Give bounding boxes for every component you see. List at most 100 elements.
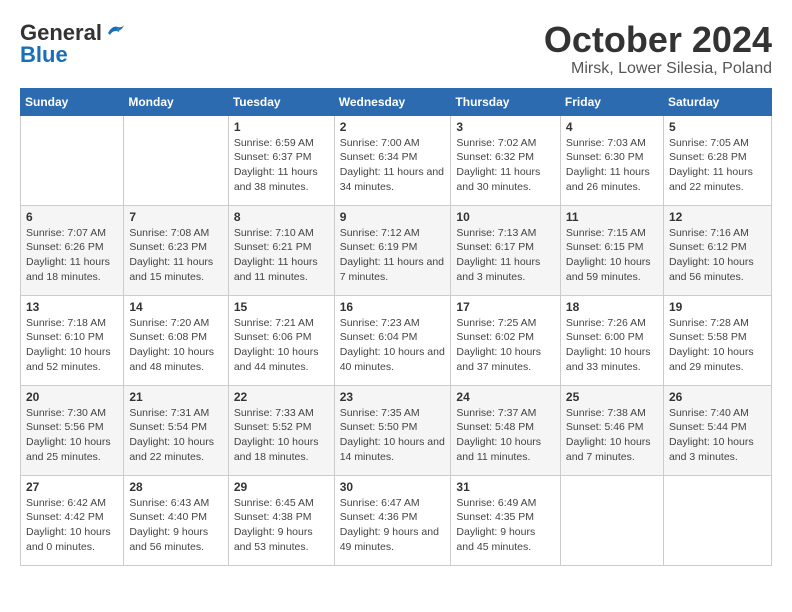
calendar-week-row: 1 Sunrise: 6:59 AMSunset: 6:37 PMDaylight…	[21, 115, 772, 205]
calendar-week-row: 27 Sunrise: 6:42 AMSunset: 4:42 PMDayligh…	[21, 475, 772, 565]
calendar-cell: 27 Sunrise: 6:42 AMSunset: 4:42 PMDayligh…	[21, 475, 124, 565]
day-info: Sunrise: 7:40 AMSunset: 5:44 PMDaylight:…	[669, 406, 766, 465]
day-number: 13	[26, 300, 118, 314]
day-info: Sunrise: 7:15 AMSunset: 6:15 PMDaylight:…	[566, 226, 658, 285]
calendar-cell: 6Sunrise: 7:07 AMSunset: 6:26 PMDaylight…	[21, 205, 124, 295]
weekday-header: Thursday	[451, 88, 561, 115]
calendar-cell: 18 Sunrise: 7:26 AMSunset: 6:00 PMDayligh…	[560, 295, 663, 385]
calendar-cell: 10 Sunrise: 7:13 AMSunset: 6:17 PMDayligh…	[451, 205, 561, 295]
day-info: Sunrise: 7:21 AMSunset: 6:06 PMDaylight:…	[234, 316, 329, 375]
calendar-cell: 26 Sunrise: 7:40 AMSunset: 5:44 PMDayligh…	[663, 385, 771, 475]
day-info: Sunrise: 7:20 AMSunset: 6:08 PMDaylight:…	[129, 316, 222, 375]
calendar-cell: 13 Sunrise: 7:18 AMSunset: 6:10 PMDayligh…	[21, 295, 124, 385]
calendar-cell: 21 Sunrise: 7:31 AMSunset: 5:54 PMDayligh…	[124, 385, 228, 475]
day-info: Sunrise: 6:45 AMSunset: 4:38 PMDaylight:…	[234, 496, 329, 555]
day-info: Sunrise: 7:37 AMSunset: 5:48 PMDaylight:…	[456, 406, 555, 465]
calendar-cell: 1 Sunrise: 6:59 AMSunset: 6:37 PMDaylight…	[228, 115, 334, 205]
day-number: 26	[669, 390, 766, 404]
calendar-cell: 2Sunrise: 7:00 AMSunset: 6:34 PMDaylight…	[334, 115, 451, 205]
day-number: 17	[456, 300, 555, 314]
calendar-cell: 3Sunrise: 7:02 AMSunset: 6:32 PMDaylight…	[451, 115, 561, 205]
day-number: 5	[669, 120, 766, 134]
day-info: Sunrise: 7:13 AMSunset: 6:17 PMDaylight:…	[456, 226, 555, 285]
weekday-header: Tuesday	[228, 88, 334, 115]
day-info: Sunrise: 6:47 AMSunset: 4:36 PMDaylight:…	[340, 496, 446, 555]
day-info: Sunrise: 7:16 AMSunset: 6:12 PMDaylight:…	[669, 226, 766, 285]
day-number: 10	[456, 210, 555, 224]
day-number: 4	[566, 120, 658, 134]
calendar-cell: 24 Sunrise: 7:37 AMSunset: 5:48 PMDayligh…	[451, 385, 561, 475]
day-number: 27	[26, 480, 118, 494]
day-number: 12	[669, 210, 766, 224]
day-info: Sunrise: 6:43 AMSunset: 4:40 PMDaylight:…	[129, 496, 222, 555]
day-number: 20	[26, 390, 118, 404]
calendar-cell: 15 Sunrise: 7:21 AMSunset: 6:06 PMDayligh…	[228, 295, 334, 385]
calendar-cell	[124, 115, 228, 205]
day-info: Sunrise: 7:28 AMSunset: 5:58 PMDaylight:…	[669, 316, 766, 375]
calendar-cell: 30 Sunrise: 6:47 AMSunset: 4:36 PMDayligh…	[334, 475, 451, 565]
calendar-cell: 8Sunrise: 7:10 AMSunset: 6:21 PMDaylight…	[228, 205, 334, 295]
weekday-header: Wednesday	[334, 88, 451, 115]
calendar-cell: 22 Sunrise: 7:33 AMSunset: 5:52 PMDayligh…	[228, 385, 334, 475]
day-info: Sunrise: 6:49 AMSunset: 4:35 PMDaylight:…	[456, 496, 555, 555]
calendar-cell: 20Sunrise: 7:30 AMSunset: 5:56 PMDayligh…	[21, 385, 124, 475]
day-number: 7	[129, 210, 222, 224]
day-info: Sunrise: 7:03 AMSunset: 6:30 PMDaylight:…	[566, 136, 658, 195]
day-info: Sunrise: 7:02 AMSunset: 6:32 PMDaylight:…	[456, 136, 555, 195]
location-subtitle: Mirsk, Lower Silesia, Poland	[544, 60, 772, 78]
calendar-cell: 16 Sunrise: 7:23 AMSunset: 6:04 PMDayligh…	[334, 295, 451, 385]
day-number: 14	[129, 300, 222, 314]
day-number: 1	[234, 120, 329, 134]
calendar-cell	[560, 475, 663, 565]
day-info: Sunrise: 7:08 AMSunset: 6:23 PMDaylight:…	[129, 226, 222, 285]
month-title: October 2024	[544, 20, 772, 60]
calendar-cell: 28 Sunrise: 6:43 AMSunset: 4:40 PMDayligh…	[124, 475, 228, 565]
day-number: 15	[234, 300, 329, 314]
calendar-cell: 12 Sunrise: 7:16 AMSunset: 6:12 PMDayligh…	[663, 205, 771, 295]
day-number: 19	[669, 300, 766, 314]
calendar-cell: 5 Sunrise: 7:05 AMSunset: 6:28 PMDaylight…	[663, 115, 771, 205]
day-info: Sunrise: 6:59 AMSunset: 6:37 PMDaylight:…	[234, 136, 329, 195]
day-info: Sunrise: 7:26 AMSunset: 6:00 PMDaylight:…	[566, 316, 658, 375]
calendar-cell: 17 Sunrise: 7:25 AMSunset: 6:02 PMDayligh…	[451, 295, 561, 385]
calendar-cell: 31Sunrise: 6:49 AMSunset: 4:35 PMDayligh…	[451, 475, 561, 565]
day-number: 25	[566, 390, 658, 404]
day-number: 30	[340, 480, 446, 494]
day-info: Sunrise: 7:31 AMSunset: 5:54 PMDaylight:…	[129, 406, 222, 465]
day-info: Sunrise: 7:33 AMSunset: 5:52 PMDaylight:…	[234, 406, 329, 465]
day-number: 24	[456, 390, 555, 404]
day-info: Sunrise: 7:05 AMSunset: 6:28 PMDaylight:…	[669, 136, 766, 195]
calendar-week-row: 20Sunrise: 7:30 AMSunset: 5:56 PMDayligh…	[21, 385, 772, 475]
day-info: Sunrise: 6:42 AMSunset: 4:42 PMDaylight:…	[26, 496, 118, 555]
day-number: 21	[129, 390, 222, 404]
weekday-header: Monday	[124, 88, 228, 115]
day-number: 11	[566, 210, 658, 224]
day-number: 18	[566, 300, 658, 314]
calendar-cell: 7 Sunrise: 7:08 AMSunset: 6:23 PMDaylight…	[124, 205, 228, 295]
day-info: Sunrise: 7:18 AMSunset: 6:10 PMDaylight:…	[26, 316, 118, 375]
day-number: 28	[129, 480, 222, 494]
day-info: Sunrise: 7:07 AMSunset: 6:26 PMDaylight:…	[26, 226, 118, 285]
calendar-week-row: 6Sunrise: 7:07 AMSunset: 6:26 PMDaylight…	[21, 205, 772, 295]
calendar-table: SundayMondayTuesdayWednesdayThursdayFrid…	[20, 88, 772, 566]
weekday-header: Sunday	[21, 88, 124, 115]
calendar-cell: 19 Sunrise: 7:28 AMSunset: 5:58 PMDayligh…	[663, 295, 771, 385]
day-info: Sunrise: 7:35 AMSunset: 5:50 PMDaylight:…	[340, 406, 446, 465]
day-info: Sunrise: 7:12 AMSunset: 6:19 PMDaylight:…	[340, 226, 446, 285]
calendar-week-row: 13 Sunrise: 7:18 AMSunset: 6:10 PMDayligh…	[21, 295, 772, 385]
logo-bird-icon	[104, 23, 126, 43]
day-number: 8	[234, 210, 329, 224]
weekday-header: Saturday	[663, 88, 771, 115]
calendar-cell	[663, 475, 771, 565]
day-number: 16	[340, 300, 446, 314]
calendar-cell: 29 Sunrise: 6:45 AMSunset: 4:38 PMDayligh…	[228, 475, 334, 565]
day-number: 29	[234, 480, 329, 494]
day-number: 22	[234, 390, 329, 404]
calendar-cell: 4 Sunrise: 7:03 AMSunset: 6:30 PMDaylight…	[560, 115, 663, 205]
calendar-cell: 14 Sunrise: 7:20 AMSunset: 6:08 PMDayligh…	[124, 295, 228, 385]
day-info: Sunrise: 7:38 AMSunset: 5:46 PMDaylight:…	[566, 406, 658, 465]
day-number: 2	[340, 120, 446, 134]
calendar-cell: 25 Sunrise: 7:38 AMSunset: 5:46 PMDayligh…	[560, 385, 663, 475]
day-info: Sunrise: 7:25 AMSunset: 6:02 PMDaylight:…	[456, 316, 555, 375]
day-info: Sunrise: 7:23 AMSunset: 6:04 PMDaylight:…	[340, 316, 446, 375]
